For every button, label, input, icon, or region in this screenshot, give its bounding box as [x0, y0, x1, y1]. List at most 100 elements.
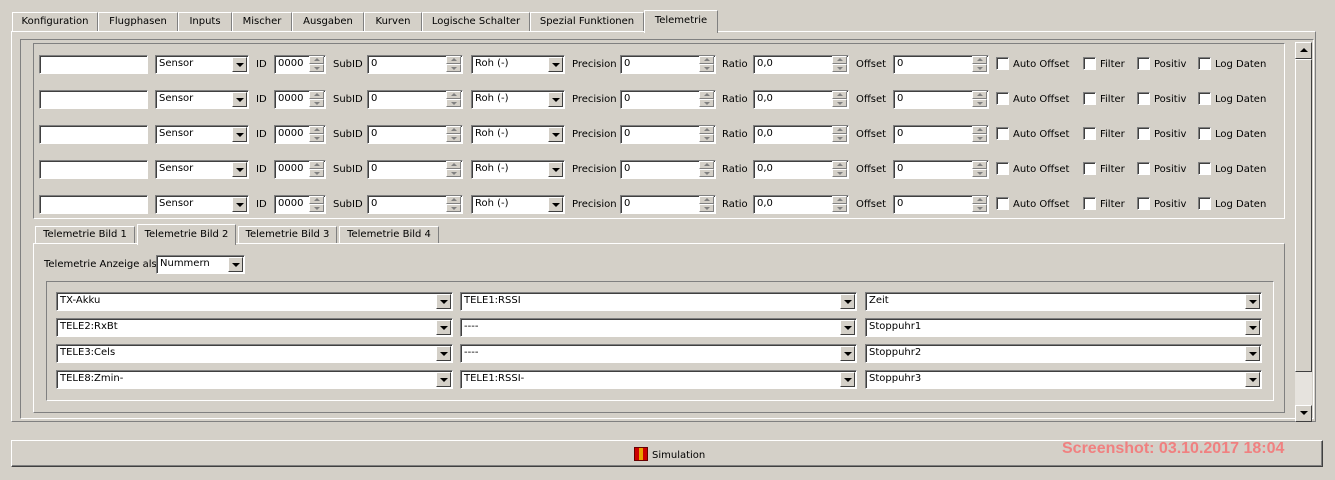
sensor-subid-spinner[interactable]: 0 — [367, 90, 463, 109]
screen-field-select[interactable]: Stoppuhr2 — [865, 344, 1262, 363]
spin-up-icon[interactable] — [972, 126, 987, 134]
chevron-down-icon[interactable] — [1245, 372, 1260, 387]
spin-down-icon[interactable] — [309, 169, 324, 177]
sensor-type-select[interactable]: Sensor — [155, 55, 249, 74]
spin-up-icon[interactable] — [699, 161, 714, 169]
spin-up-icon[interactable] — [832, 91, 847, 99]
sensor-ratio-spinner[interactable]: 0,0 — [753, 90, 849, 109]
screen-field-select[interactable]: ---- — [460, 344, 857, 363]
spin-down-icon[interactable] — [309, 64, 324, 72]
spinner-icon[interactable] — [699, 91, 714, 107]
spin-up-icon[interactable] — [309, 56, 324, 64]
spin-down-icon[interactable] — [309, 99, 324, 107]
chevron-down-icon[interactable] — [436, 294, 451, 309]
sensor-precision-spinner[interactable]: 0 — [620, 160, 716, 179]
spinner-icon[interactable] — [699, 196, 714, 212]
chevron-down-icon[interactable] — [228, 257, 243, 272]
spin-up-icon[interactable] — [446, 161, 461, 169]
sensor-name-input[interactable] — [39, 195, 148, 214]
sensor-subid-spinner[interactable]: 0 — [367, 160, 463, 179]
screen-field-select[interactable]: TELE1:RSSI — [460, 292, 857, 311]
spin-down-icon[interactable] — [972, 64, 987, 72]
sensor-type-select[interactable]: Sensor — [155, 195, 249, 214]
spinner-icon[interactable] — [832, 126, 847, 142]
spin-down-icon[interactable] — [832, 134, 847, 142]
chevron-down-icon[interactable] — [548, 197, 563, 212]
screen-field-select[interactable]: TELE1:RSSI- — [460, 370, 857, 389]
spin-up-icon[interactable] — [972, 91, 987, 99]
chevron-down-icon[interactable] — [840, 372, 855, 387]
spinner-icon[interactable] — [699, 126, 714, 142]
spin-down-icon[interactable] — [309, 134, 324, 142]
log-daten-checkbox[interactable] — [1198, 57, 1211, 70]
spin-up-icon[interactable] — [699, 56, 714, 64]
tab-logische-schalter[interactable]: Logische Schalter — [422, 12, 530, 32]
tab-telemetrie-bild-3[interactable]: Telemetrie Bild 3 — [238, 226, 337, 243]
spin-up-icon[interactable] — [832, 126, 847, 134]
spin-up-icon[interactable] — [699, 126, 714, 134]
spin-down-icon[interactable] — [446, 204, 461, 212]
sensor-name-input[interactable] — [39, 55, 148, 74]
sensor-name-input[interactable] — [39, 160, 148, 179]
sensor-ratio-spinner[interactable]: 0,0 — [753, 55, 849, 74]
spinner-icon[interactable] — [832, 56, 847, 72]
spin-up-icon[interactable] — [699, 196, 714, 204]
scrollbar-thumb[interactable] — [1295, 59, 1312, 372]
spin-up-icon[interactable] — [972, 161, 987, 169]
sensor-subid-spinner[interactable]: 0 — [367, 195, 463, 214]
log-daten-checkbox[interactable] — [1198, 127, 1211, 140]
screen-field-select[interactable]: TX-Akku — [56, 292, 453, 311]
chevron-down-icon[interactable] — [840, 320, 855, 335]
spinner-icon[interactable] — [309, 196, 324, 212]
chevron-down-icon[interactable] — [232, 127, 247, 142]
chevron-down-icon[interactable] — [548, 57, 563, 72]
spin-down-icon[interactable] — [699, 99, 714, 107]
auto-offset-checkbox[interactable] — [996, 92, 1009, 105]
screen-field-select[interactable]: Stoppuhr3 — [865, 370, 1262, 389]
chevron-down-icon[interactable] — [548, 127, 563, 142]
sensor-precision-spinner[interactable]: 0 — [620, 195, 716, 214]
spin-down-icon[interactable] — [446, 64, 461, 72]
sensor-id-spinner[interactable]: 0000 — [274, 55, 326, 74]
filter-checkbox[interactable] — [1083, 57, 1096, 70]
spin-down-icon[interactable] — [832, 204, 847, 212]
sensor-id-spinner[interactable]: 0000 — [274, 90, 326, 109]
sensor-offset-spinner[interactable]: 0 — [893, 125, 989, 144]
chevron-down-icon[interactable] — [436, 346, 451, 361]
spin-up-icon[interactable] — [832, 161, 847, 169]
tab-kurven[interactable]: Kurven — [364, 12, 422, 32]
screen-field-select[interactable]: Stoppuhr1 — [865, 318, 1262, 337]
sensor-type-select[interactable]: Sensor — [155, 160, 249, 179]
sensor-id-spinner[interactable]: 0000 — [274, 195, 326, 214]
positiv-checkbox[interactable] — [1137, 162, 1150, 175]
spin-up-icon[interactable] — [832, 196, 847, 204]
scroll-down-icon[interactable] — [1295, 405, 1312, 422]
spin-up-icon[interactable] — [699, 91, 714, 99]
sensor-offset-spinner[interactable]: 0 — [893, 55, 989, 74]
sensor-ratio-spinner[interactable]: 0,0 — [753, 125, 849, 144]
spin-down-icon[interactable] — [972, 134, 987, 142]
log-daten-checkbox[interactable] — [1198, 197, 1211, 210]
sensor-precision-spinner[interactable]: 0 — [620, 90, 716, 109]
spin-down-icon[interactable] — [972, 204, 987, 212]
spin-up-icon[interactable] — [446, 91, 461, 99]
sensor-offset-spinner[interactable]: 0 — [893, 195, 989, 214]
spinner-icon[interactable] — [446, 91, 461, 107]
spinner-icon[interactable] — [972, 161, 987, 177]
tab-mischer[interactable]: Mischer — [232, 12, 292, 32]
spin-down-icon[interactable] — [699, 204, 714, 212]
spin-down-icon[interactable] — [446, 169, 461, 177]
chevron-down-icon[interactable] — [1245, 346, 1260, 361]
chevron-down-icon[interactable] — [840, 294, 855, 309]
spin-down-icon[interactable] — [309, 204, 324, 212]
auto-offset-checkbox[interactable] — [996, 197, 1009, 210]
tab-telemetrie-bild-1[interactable]: Telemetrie Bild 1 — [35, 226, 135, 243]
sensor-name-input[interactable] — [39, 90, 148, 109]
scroll-up-icon[interactable] — [1295, 42, 1312, 59]
spin-up-icon[interactable] — [309, 126, 324, 134]
screen-field-select[interactable]: TELE2:RxBt — [56, 318, 453, 337]
spin-up-icon[interactable] — [446, 126, 461, 134]
sensor-unit-select[interactable]: Roh (-) — [471, 90, 565, 109]
spinner-icon[interactable] — [972, 56, 987, 72]
chevron-down-icon[interactable] — [436, 320, 451, 335]
